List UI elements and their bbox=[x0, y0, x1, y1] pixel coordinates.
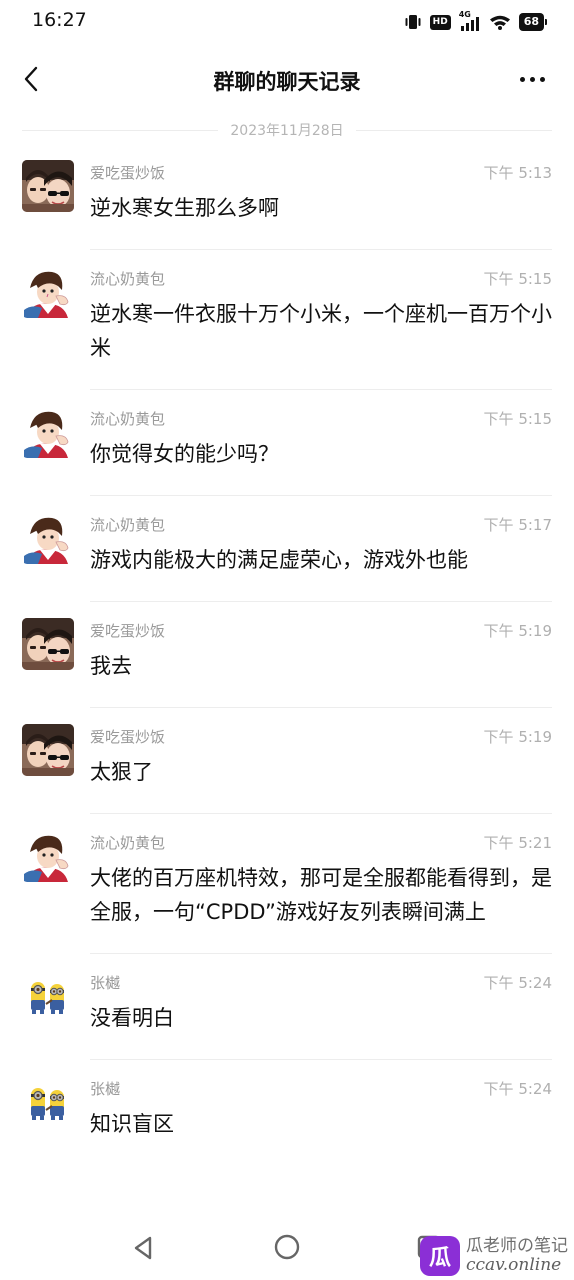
message-time: 下午 5:24 bbox=[483, 1080, 552, 1098]
sender-name: 张樾 bbox=[90, 974, 121, 992]
message-item[interactable]: 张樾 下午 5:24 没看明白 bbox=[0, 954, 574, 1060]
message-time: 下午 5:21 bbox=[483, 834, 552, 852]
anime-boy-avatar[interactable] bbox=[22, 830, 74, 882]
message-meta: 张樾 下午 5:24 bbox=[90, 972, 552, 993]
sender-name: 流心奶黄包 bbox=[90, 270, 166, 288]
message-time: 下午 5:24 bbox=[483, 974, 552, 992]
anime-couple-avatar[interactable] bbox=[22, 618, 74, 670]
anime-boy-avatar[interactable] bbox=[22, 266, 74, 318]
message-content: 爱吃蛋炒饭 下午 5:19 太狠了 bbox=[90, 708, 552, 814]
sender-name: 流心奶黄包 bbox=[90, 834, 166, 852]
page-title: 群聊的聊天记录 bbox=[213, 70, 361, 94]
anime-boy-avatar[interactable] bbox=[22, 406, 74, 458]
message-text: 游戏内能极大的满足虚荣心，游戏外也能 bbox=[90, 548, 468, 572]
message-item[interactable]: 张樾 下午 5:24 知识盲区 bbox=[0, 1060, 574, 1165]
status-time: 16:27 bbox=[32, 9, 87, 31]
message-text: 逆水寒一件衣服十万个小米，一个座机一百万个小米 bbox=[90, 302, 552, 360]
status-icons: HD 4G 68 bbox=[404, 10, 548, 33]
message-text: 大佬的百万座机特效，那可是全服都能看得到，是全服，一句“CPDD”游戏好友列表瞬… bbox=[90, 866, 552, 924]
message-time: 下午 5:15 bbox=[483, 410, 552, 428]
triangle-back-icon bbox=[134, 1236, 152, 1260]
message-time: 下午 5:17 bbox=[483, 516, 552, 534]
message-content: 流心奶黄包 下午 5:17 游戏内能极大的满足虚荣心，游戏外也能 bbox=[90, 496, 552, 602]
message-content: 流心奶黄包 下午 5:21 大佬的百万座机特效，那可是全服都能看得到，是全服，一… bbox=[90, 814, 552, 954]
anime-couple-avatar[interactable] bbox=[22, 724, 74, 776]
message-time: 下午 5:19 bbox=[483, 728, 552, 746]
message-item[interactable]: 爱吃蛋炒饭 下午 5:19 太狠了 bbox=[0, 708, 574, 814]
message-content: 流心奶黄包 下午 5:15 逆水寒一件衣服十万个小米，一个座机一百万个小米 bbox=[90, 250, 552, 390]
message-content: 张樾 下午 5:24 没看明白 bbox=[90, 954, 552, 1060]
status-bar: 16:27 HD 4G 68 bbox=[0, 0, 574, 44]
sender-name: 张樾 bbox=[90, 1080, 121, 1098]
message-text: 知识盲区 bbox=[90, 1112, 174, 1136]
more-dots-icon bbox=[519, 76, 545, 82]
sender-name: 爱吃蛋炒饭 bbox=[90, 164, 166, 182]
watermark-title: 瓜老师の笔记 bbox=[466, 1236, 568, 1256]
circle-home-icon bbox=[274, 1234, 300, 1260]
message-meta: 张樾 下午 5:24 bbox=[90, 1078, 552, 1099]
message-text: 我去 bbox=[90, 654, 132, 678]
minions-avatar[interactable] bbox=[22, 970, 74, 1022]
message-list: 爱吃蛋炒饭 下午 5:13 逆水寒女生那么多啊 流心奶黄包 下午 5:15 逆水… bbox=[0, 144, 574, 1165]
anime-couple-avatar[interactable] bbox=[22, 160, 74, 212]
sender-name: 流心奶黄包 bbox=[90, 516, 166, 534]
message-item[interactable]: 流心奶黄包 下午 5:17 游戏内能极大的满足虚荣心，游戏外也能 bbox=[0, 496, 574, 602]
message-item[interactable]: 流心奶黄包 下午 5:21 大佬的百万座机特效，那可是全服都能看得到，是全服，一… bbox=[0, 814, 574, 954]
message-meta: 爱吃蛋炒饭 下午 5:19 bbox=[90, 620, 552, 641]
message-content: 爱吃蛋炒饭 下午 5:19 我去 bbox=[90, 602, 552, 708]
message-meta: 爱吃蛋炒饭 下午 5:13 bbox=[90, 162, 552, 183]
watermark-text: 瓜老师の笔记 ccav.online bbox=[466, 1238, 568, 1274]
date-label: 2023年11月28日 bbox=[230, 123, 344, 139]
sender-name: 爱吃蛋炒饭 bbox=[90, 622, 166, 640]
divider-line bbox=[22, 129, 219, 131]
message-text: 没看明白 bbox=[90, 1006, 174, 1030]
message-item[interactable]: 爱吃蛋炒饭 下午 5:13 逆水寒女生那么多啊 bbox=[0, 144, 574, 250]
message-content: 张樾 下午 5:24 知识盲区 bbox=[90, 1060, 552, 1165]
vibrate-icon bbox=[404, 14, 422, 30]
battery-icon: 68 bbox=[518, 13, 548, 31]
message-content: 爱吃蛋炒饭 下午 5:13 逆水寒女生那么多啊 bbox=[90, 144, 552, 250]
wifi-icon bbox=[489, 14, 511, 30]
message-time: 下午 5:15 bbox=[483, 270, 552, 288]
divider-line bbox=[355, 129, 553, 131]
message-item[interactable]: 流心奶黄包 下午 5:15 逆水寒一件衣服十万个小米，一个座机一百万个小米 bbox=[0, 250, 574, 390]
sender-name: 流心奶黄包 bbox=[90, 410, 166, 428]
system-navigation-bar: 瓜 瓜老师の笔记 ccav.online bbox=[0, 1218, 574, 1280]
message-meta: 流心奶黄包 下午 5:21 bbox=[90, 832, 552, 853]
message-meta: 流心奶黄包 下午 5:17 bbox=[90, 514, 552, 535]
minions-avatar[interactable] bbox=[22, 1076, 74, 1128]
message-meta: 流心奶黄包 下午 5:15 bbox=[90, 408, 552, 429]
sender-name: 爱吃蛋炒饭 bbox=[90, 728, 166, 746]
nav-back-button[interactable] bbox=[128, 1232, 160, 1264]
watermark: 瓜 瓜老师の笔记 ccav.online bbox=[420, 1236, 568, 1276]
more-options-button[interactable] bbox=[512, 62, 552, 96]
message-meta: 流心奶黄包 下午 5:15 bbox=[90, 268, 552, 289]
anime-boy-avatar[interactable] bbox=[22, 512, 74, 564]
message-item[interactable]: 流心奶黄包 下午 5:15 你觉得女的能少吗？ bbox=[0, 390, 574, 496]
message-text: 太狠了 bbox=[90, 760, 153, 784]
watermark-logo: 瓜 bbox=[420, 1236, 460, 1276]
header-bar: 群聊的聊天记录 bbox=[0, 48, 574, 112]
cell-signal-icon: 4G bbox=[459, 10, 481, 31]
nav-home-button[interactable] bbox=[272, 1232, 302, 1262]
message-meta: 爱吃蛋炒饭 下午 5:19 bbox=[90, 726, 552, 747]
date-divider: 2023年11月28日 bbox=[22, 118, 553, 142]
message-text: 逆水寒女生那么多啊 bbox=[90, 196, 279, 220]
chat-history-page: 16:27 HD 4G 68 群聊的聊天记录 2023年11月28日 爱吃蛋炒饭… bbox=[0, 0, 574, 1280]
message-text: 你觉得女的能少吗？ bbox=[90, 442, 279, 466]
message-item[interactable]: 爱吃蛋炒饭 下午 5:19 我去 bbox=[0, 602, 574, 708]
hd-icon: HD bbox=[429, 14, 451, 30]
watermark-url: ccav.online bbox=[466, 1255, 562, 1275]
message-time: 下午 5:19 bbox=[483, 622, 552, 640]
message-time: 下午 5:13 bbox=[483, 164, 552, 182]
message-content: 流心奶黄包 下午 5:15 你觉得女的能少吗？ bbox=[90, 390, 552, 496]
